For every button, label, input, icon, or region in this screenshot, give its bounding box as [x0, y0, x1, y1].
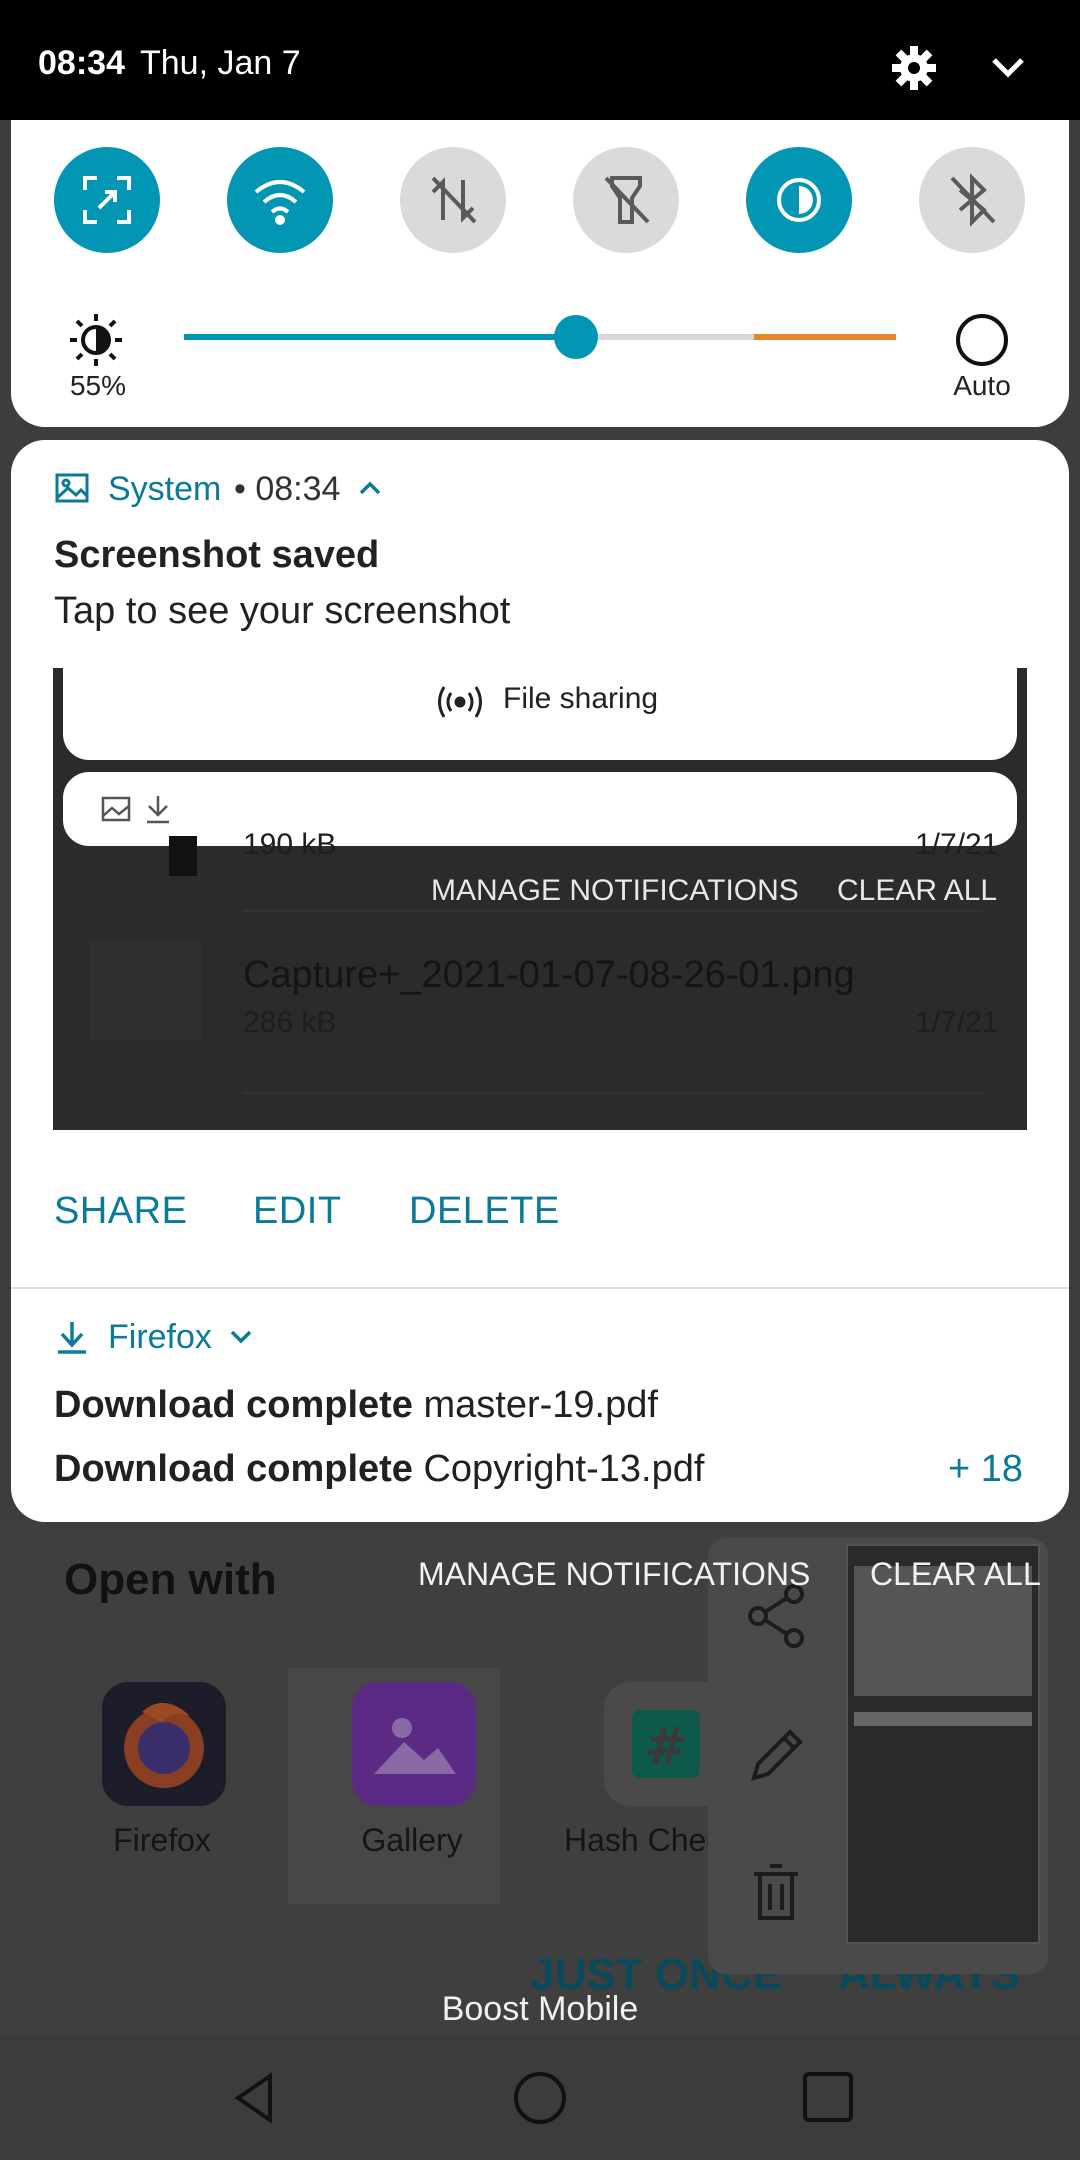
download-line-1-label: Download complete — [54, 1384, 413, 1426]
edit-action[interactable]: EDIT — [253, 1190, 342, 1233]
tile-wifi[interactable] — [227, 147, 333, 253]
tile-screen-capture[interactable] — [54, 147, 160, 253]
preview-notification-bar — [63, 772, 1017, 846]
chevron-down-icon[interactable] — [990, 52, 1026, 82]
open-with-title: Open with — [64, 1555, 277, 1604]
firefox-app-icon[interactable] — [102, 1682, 226, 1806]
trash-icon[interactable] — [740, 1858, 812, 1930]
download-line-2-file: Copyright-13.pdf — [423, 1448, 705, 1490]
bluetooth-icon — [950, 173, 996, 227]
tile-bluetooth[interactable] — [919, 147, 1025, 253]
preview-date-1: 1/7/21 — [915, 828, 999, 861]
manage-notifications-button[interactable]: MANAGE NOTIFICATIONS — [418, 1556, 810, 1593]
preview-file-name: Capture+_2021-01-07-08-26-01.png — [243, 954, 855, 996]
screenshot-preview[interactable]: File sharing 190 kB 1/7/21 MANAGE NOTIFI… — [53, 668, 1027, 1130]
preview-download-icon — [143, 792, 173, 826]
more-downloads-count: + 18 — [948, 1448, 1024, 1490]
gallery-app-icon[interactable] — [352, 1682, 476, 1806]
dark-mode-icon — [777, 178, 821, 222]
chevron-up-icon[interactable] — [356, 476, 384, 500]
preview-manage-notifications: MANAGE NOTIFICATIONS — [431, 874, 799, 907]
delete-action[interactable]: DELETE — [409, 1190, 560, 1233]
app-label-firefox: Firefox — [113, 1822, 211, 1858]
status-time: 08:34 — [38, 44, 125, 82]
app-label-gallery: Gallery — [361, 1822, 463, 1858]
preview-size-1: 190 kB — [243, 828, 337, 861]
preview-file-sharing: File sharing — [503, 682, 659, 715]
wifi-icon — [254, 180, 306, 225]
chevron-down-icon[interactable] — [228, 1326, 254, 1348]
screenshot-thumbnail[interactable] — [846, 1544, 1040, 1944]
preview-clear-all: CLEAR ALL — [837, 874, 998, 907]
download-line-1-file: master-19.pdf — [423, 1384, 658, 1426]
brightness-percent: 55% — [69, 370, 127, 401]
image-icon — [54, 470, 90, 506]
preview-size-2: 286 kB — [243, 1006, 337, 1039]
mobile-data-icon — [431, 176, 477, 224]
auto-brightness-toggle[interactable] — [956, 314, 1008, 366]
download-line-2: Download complete Copyright-13.pdf — [54, 1448, 704, 1491]
download-line-1: Download complete master-19.pdf — [54, 1384, 658, 1427]
tile-flashlight[interactable] — [573, 147, 679, 253]
brightness-warning-range — [754, 334, 896, 340]
file-sharing-icon — [435, 680, 485, 724]
pencil-icon[interactable] — [740, 1720, 812, 1792]
auto-brightness-label: Auto — [953, 370, 1011, 401]
download-line-2-label: Download complete — [54, 1448, 413, 1490]
home-icon[interactable] — [514, 2072, 566, 2124]
recents-icon[interactable] — [803, 2072, 853, 2122]
tile-mobile-data[interactable] — [400, 147, 506, 253]
flashlight-icon — [604, 176, 650, 224]
notification-title: Screenshot saved — [54, 534, 380, 576]
preview-file-thumb-1 — [169, 836, 197, 876]
preview-file-thumb-2 — [89, 940, 201, 1040]
notification-app-name: System — [108, 470, 222, 508]
preview-date-2: 1/7/21 — [915, 1006, 999, 1039]
clear-all-button[interactable]: CLEAR ALL — [870, 1556, 1041, 1593]
brightness-slider[interactable] — [184, 315, 896, 359]
back-icon[interactable] — [226, 2070, 282, 2126]
brightness-icon — [68, 312, 124, 368]
status-date: Thu, Jan 7 — [140, 44, 301, 82]
svg-text:#: # — [644, 1717, 688, 1777]
preview-image-icon — [101, 794, 131, 824]
gear-icon[interactable] — [890, 44, 938, 92]
slider-thumb[interactable] — [554, 315, 598, 359]
quick-settings-panel — [11, 120, 1069, 427]
share-action[interactable]: SHARE — [54, 1190, 187, 1233]
firefox-app-name: Firefox — [108, 1318, 212, 1356]
screen-capture-icon — [83, 176, 131, 224]
tile-dark-mode[interactable] — [746, 147, 852, 253]
download-icon — [54, 1318, 90, 1356]
carrier-label: Boost Mobile — [441, 1990, 639, 2028]
notification-text: Tap to see your screenshot — [54, 590, 511, 632]
notification-time: • 08:34 — [234, 470, 341, 508]
